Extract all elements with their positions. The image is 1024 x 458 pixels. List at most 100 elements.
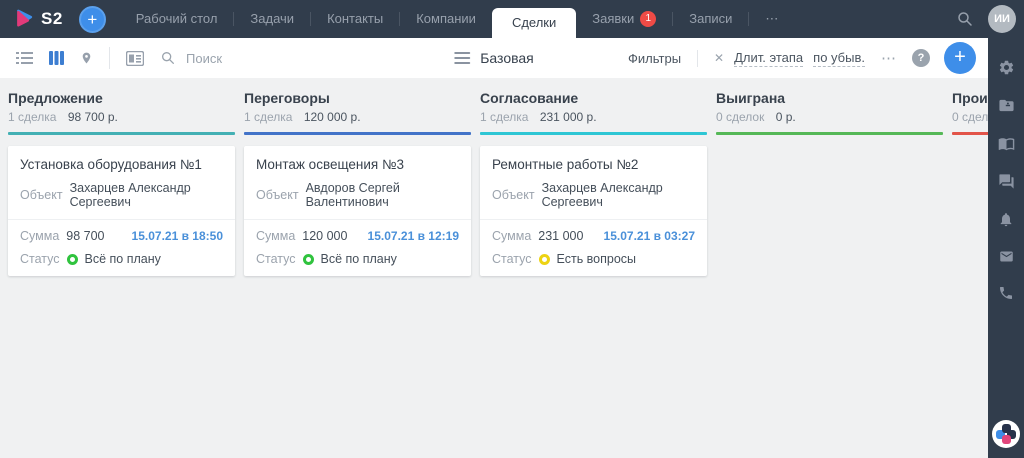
column-deal-count: 1 сделка — [244, 110, 293, 124]
top-navigation-bar: S2 + Рабочий стол Задачи Контакты Компан… — [0, 0, 1024, 38]
deal-card[interactable]: Установка оборудования №1 Объект Захарце… — [8, 146, 235, 276]
clear-sort-icon[interactable]: ✕ — [714, 51, 724, 65]
chat-icon[interactable] — [998, 173, 1015, 190]
status-label: Статус — [20, 252, 60, 266]
column-amount: 231 000 р. — [539, 110, 597, 124]
main-nav: Рабочий стол Задачи Контакты Компании Сд… — [120, 0, 795, 38]
column-amount: 120 000 р. — [303, 110, 361, 124]
notifications-bell-icon[interactable] — [998, 211, 1014, 228]
nav-item-records[interactable]: Записи — [673, 0, 748, 38]
deal-object-row: Объект Захарцев Александр Сергеевич — [20, 181, 223, 209]
requests-count-badge: 1 — [640, 11, 657, 27]
deal-object-row: Объект Авдоров Сергей Валентинович — [256, 181, 459, 209]
status-dot-icon — [66, 253, 78, 265]
toolbar-more-menu[interactable]: ⋯ — [881, 49, 898, 67]
app-widget-button[interactable] — [992, 420, 1020, 448]
sort-control: ✕ Длит. этапа по убыв. — [697, 49, 865, 67]
list-view-icon[interactable] — [16, 51, 33, 65]
right-icon-sidebar — [988, 38, 1024, 458]
app-logo[interactable]: S2 — [14, 9, 63, 29]
sum-label: Сумма — [256, 229, 296, 243]
sum-value: 98 700 — [66, 229, 105, 243]
search-icon — [162, 52, 174, 64]
stage-color-line — [716, 132, 943, 135]
sum-value: 120 000 — [302, 229, 348, 243]
folder-icon[interactable] — [998, 97, 1015, 114]
column-deal-count: 1 сделка — [8, 110, 57, 124]
sum-value: 231 000 — [538, 229, 584, 243]
nav-item-requests[interactable]: Заявки 1 — [576, 0, 672, 38]
mail-icon[interactable] — [998, 249, 1015, 264]
column-title: Выиграна — [716, 90, 786, 106]
deal-object-row: Объект Захарцев Александр Сергеевич — [492, 181, 695, 209]
nav-item-desktop[interactable]: Рабочий стол — [120, 0, 234, 38]
deal-card[interactable]: Монтаж освещения №3 Объект Авдоров Серге… — [244, 146, 471, 276]
settings-gear-icon[interactable] — [998, 59, 1015, 76]
board-toolbar: Базовая Фильтры ✕ Длит. этапа по убыв. ⋯… — [0, 38, 988, 78]
add-deal-button[interactable]: + — [944, 42, 976, 74]
nav-item-companies[interactable]: Компании — [400, 0, 492, 38]
deal-status-row: Статус Есть вопросы — [492, 252, 695, 266]
help-button[interactable]: ? — [912, 49, 930, 67]
s2-logo-icon — [17, 9, 33, 27]
deal-datetime: 15.07.21 в 12:19 — [367, 229, 459, 243]
deal-card[interactable]: Ремонтные работы №2 Объект Захарцев Алек… — [480, 146, 707, 276]
funnel-menu-icon — [454, 52, 471, 64]
column-title: Предложение — [8, 90, 103, 106]
toolbar-right-group: Фильтры ✕ Длит. этапа по убыв. ⋯ ? + — [628, 42, 976, 74]
nav-tab-deals-active[interactable]: Сделки — [491, 8, 577, 38]
global-search-icon[interactable] — [956, 10, 974, 28]
kanban-column-proposal: Предложение 1 сделка 98 700 р. Установка… — [8, 90, 235, 458]
column-title: Переговоры — [244, 90, 330, 106]
nav-item-tasks[interactable]: Задачи — [234, 0, 310, 38]
topbar-right-group: ИИ — [956, 5, 1016, 33]
nav-more-menu[interactable]: ⋯ — [749, 0, 794, 38]
deal-sum-row: Сумма 98 700 15.07.21 в 18:50 — [20, 229, 223, 243]
deal-sum-row: Сумма 120 000 15.07.21 в 12:19 — [256, 229, 459, 243]
column-stats: 0 сделок 0 р. — [716, 110, 943, 124]
kanban-column-negotiation: Переговоры 1 сделка 120 000 р. Монтаж ос… — [244, 90, 471, 458]
kanban-view-icon-active[interactable] — [49, 51, 64, 65]
deal-sum-row: Сумма 231 000 15.07.21 в 03:27 — [492, 229, 695, 243]
nav-item-contacts[interactable]: Контакты — [311, 0, 399, 38]
column-amount: 98 700 р. — [67, 110, 118, 124]
card-divider — [480, 219, 707, 220]
user-avatar[interactable]: ИИ — [988, 5, 1016, 33]
deal-title: Ремонтные работы №2 — [492, 157, 639, 172]
object-value: Авдоров Сергей Валентинович — [305, 181, 400, 209]
filters-button[interactable]: Фильтры — [628, 51, 681, 66]
card-divider — [244, 219, 471, 220]
sort-field-link[interactable]: Длит. этапа — [734, 50, 804, 67]
sort-order-link[interactable]: по убыв. — [813, 50, 865, 67]
phone-icon[interactable] — [998, 285, 1014, 301]
card-divider — [8, 219, 235, 220]
deal-status-row: Статус Всё по плану — [256, 252, 459, 266]
kanban-column-approval: Согласование 1 сделка 231 000 р. Ремонтн… — [480, 90, 707, 458]
funnel-switcher[interactable]: Базовая — [454, 50, 534, 66]
object-value: Захарцев Александр Сергеевич — [541, 181, 663, 209]
panel-view-icon[interactable] — [126, 50, 144, 66]
kanban-board: Предложение 1 сделка 98 700 р. Установка… — [0, 78, 1024, 458]
status-label: Статус — [256, 252, 296, 266]
logo-text: S2 — [41, 9, 63, 28]
quick-add-button[interactable]: + — [78, 5, 106, 33]
sum-label: Сумма — [20, 229, 60, 243]
column-stats: 1 сделка 98 700 р. — [8, 110, 235, 124]
column-amount: 0 р. — [775, 110, 796, 124]
deal-datetime: 15.07.21 в 18:50 — [131, 229, 223, 243]
status-label: Статус — [492, 252, 532, 266]
deal-datetime: 15.07.21 в 03:27 — [603, 229, 695, 243]
nav-item-requests-label: Заявки — [592, 11, 635, 26]
kanban-column-won: Выиграна 0 сделок 0 р. — [716, 90, 943, 458]
app-widget-logo-icon — [992, 420, 1020, 448]
status-dot-icon — [538, 253, 550, 265]
knowledge-book-icon[interactable] — [998, 135, 1015, 152]
funnel-name: Базовая — [480, 50, 534, 66]
object-label: Объект — [492, 188, 535, 202]
search-input[interactable] — [186, 50, 406, 66]
column-deal-count: 1 сделка — [480, 110, 529, 124]
column-stats: 1 сделка 231 000 р. — [480, 110, 707, 124]
object-value: Захарцев Александр Сергеевич — [69, 181, 191, 209]
map-view-icon[interactable] — [80, 50, 93, 66]
deal-status-row: Статус Всё по плану — [20, 252, 223, 266]
